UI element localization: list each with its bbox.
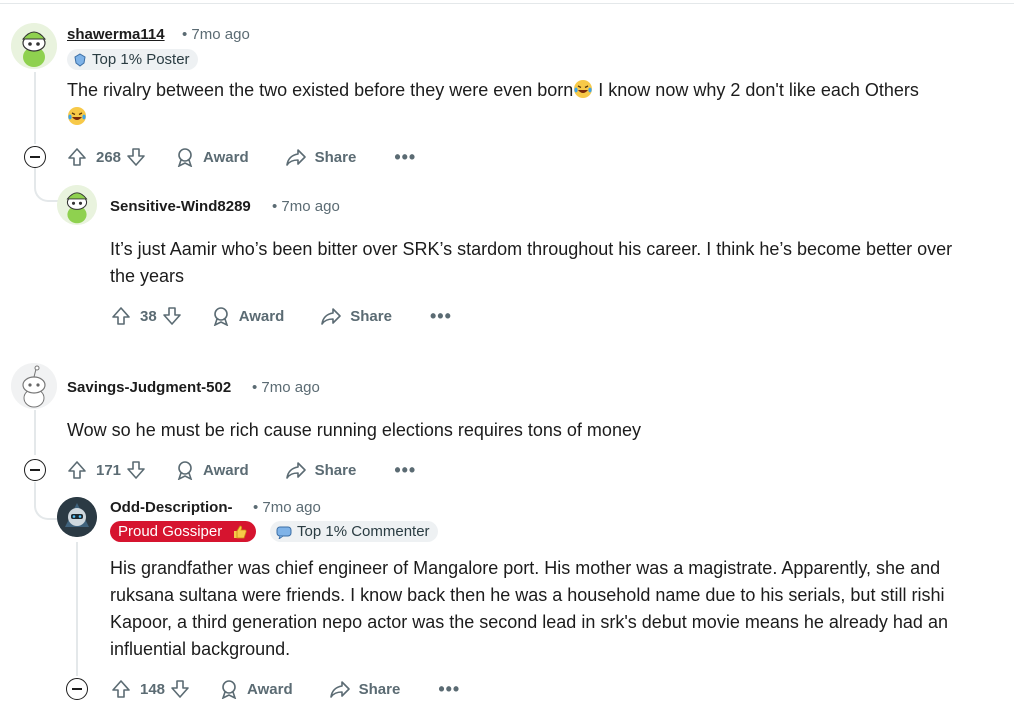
avatar[interactable] [11, 363, 57, 409]
downvote-icon[interactable] [125, 146, 147, 168]
collapse-thread-button[interactable] [24, 459, 46, 481]
share-icon [321, 308, 342, 325]
timestamp[interactable]: • 7mo ago [182, 26, 250, 43]
username-link[interactable]: Sensitive-Wind8289 [110, 198, 251, 215]
share-icon [285, 149, 306, 166]
achievement-badge[interactable]: Top 1% Poster [67, 49, 198, 70]
thread-line[interactable] [34, 410, 36, 455]
award-button[interactable]: Award [219, 679, 293, 699]
comment-actions: 148 Award Share ••• [110, 677, 460, 701]
downvote-icon[interactable] [161, 305, 183, 327]
thread-line[interactable] [34, 72, 36, 144]
more-options-button[interactable]: ••• [394, 148, 416, 166]
share-label: Share [314, 148, 357, 166]
achievement-badge[interactable]: Top 1% Commenter [270, 521, 438, 542]
award-button[interactable]: Award [175, 460, 249, 480]
vote-count: 38 [140, 307, 157, 325]
username-link[interactable]: Odd-Description- [110, 499, 233, 516]
share-icon [329, 681, 350, 698]
thread-connector [34, 482, 58, 520]
downvote-icon[interactable] [169, 678, 191, 700]
award-icon [177, 148, 193, 167]
upvote-icon[interactable] [66, 146, 88, 168]
comment-text: The rivalry between the two existed befo… [67, 80, 574, 100]
award-label: Award [238, 307, 285, 325]
flair-label: Proud Gossiper [118, 523, 223, 540]
more-options-button[interactable]: ••• [430, 307, 452, 325]
share-button[interactable]: Share [329, 679, 401, 699]
downvote-icon[interactable] [125, 459, 147, 481]
share-label: Share [358, 680, 401, 698]
award-label: Award [203, 148, 249, 166]
trophy-icon [74, 52, 86, 67]
share-button[interactable]: Share [285, 147, 357, 167]
comment-text: I know now why 2 don't like each Others [593, 80, 919, 100]
username-link[interactable]: Savings-Judgment-502 [67, 379, 231, 396]
vote-count: 268 [96, 148, 122, 166]
comment-body: The rivalry between the two existed befo… [67, 77, 987, 131]
award-icon [221, 680, 237, 699]
badge-label: Top 1% Poster [92, 51, 190, 68]
badge-label: Top 1% Commenter [297, 523, 430, 540]
collapse-thread-button[interactable] [66, 678, 88, 700]
share-icon [285, 462, 306, 479]
award-label: Award [203, 461, 249, 479]
timestamp[interactable]: • 7mo ago [252, 379, 320, 396]
vote-count: 171 [96, 461, 122, 479]
share-button[interactable]: Share [320, 306, 392, 326]
timestamp[interactable]: • 7mo ago [253, 499, 321, 516]
vote-count: 148 [140, 680, 166, 698]
share-label: Share [350, 307, 392, 325]
laughing-emoji-icon [68, 107, 86, 125]
more-options-button[interactable]: ••• [394, 461, 416, 479]
comment-actions: 171 Award Share ••• [66, 458, 416, 482]
timestamp[interactable]: • 7mo ago [272, 198, 340, 215]
share-label: Share [314, 461, 357, 479]
avatar[interactable] [57, 497, 97, 537]
laughing-emoji-icon [574, 80, 593, 98]
robot-avatar-icon [57, 497, 97, 537]
upvote-icon[interactable] [110, 305, 132, 327]
comment-body: His grandfather was chief engineer of Ma… [110, 558, 948, 659]
comment-body: Wow so he must be rich cause running ele… [67, 420, 641, 440]
comment-actions: 38 Award Share ••• [110, 304, 452, 328]
default-snoo-avatar-icon [11, 363, 57, 409]
user-flair[interactable]: Proud Gossiper [110, 521, 257, 542]
award-button[interactable]: Award [175, 147, 249, 167]
thumbs-up-emoji-icon [234, 525, 247, 538]
snoo-avatar-icon [57, 185, 97, 225]
snoo-avatar-icon [11, 23, 57, 69]
award-button[interactable]: Award [211, 306, 285, 326]
award-label: Award [247, 680, 293, 698]
share-button[interactable]: Share [285, 460, 357, 480]
upvote-icon[interactable] [66, 459, 88, 481]
comment-actions: 268 Award Share ••• [66, 145, 416, 169]
upvote-icon[interactable] [110, 678, 132, 700]
award-icon [177, 461, 193, 480]
thread-connector [34, 168, 58, 202]
more-options-button[interactable]: ••• [438, 680, 460, 698]
top-divider [0, 3, 1014, 4]
avatar[interactable] [57, 185, 97, 225]
award-icon [213, 307, 228, 326]
thread-line[interactable] [76, 542, 78, 676]
collapse-thread-button[interactable] [24, 146, 46, 168]
commenter-badge-icon [276, 526, 292, 539]
avatar[interactable] [11, 23, 57, 69]
comment-body: It’s just Aamir who’s been bitter over S… [110, 239, 953, 286]
username-link[interactable]: shawerma114 [67, 26, 165, 43]
